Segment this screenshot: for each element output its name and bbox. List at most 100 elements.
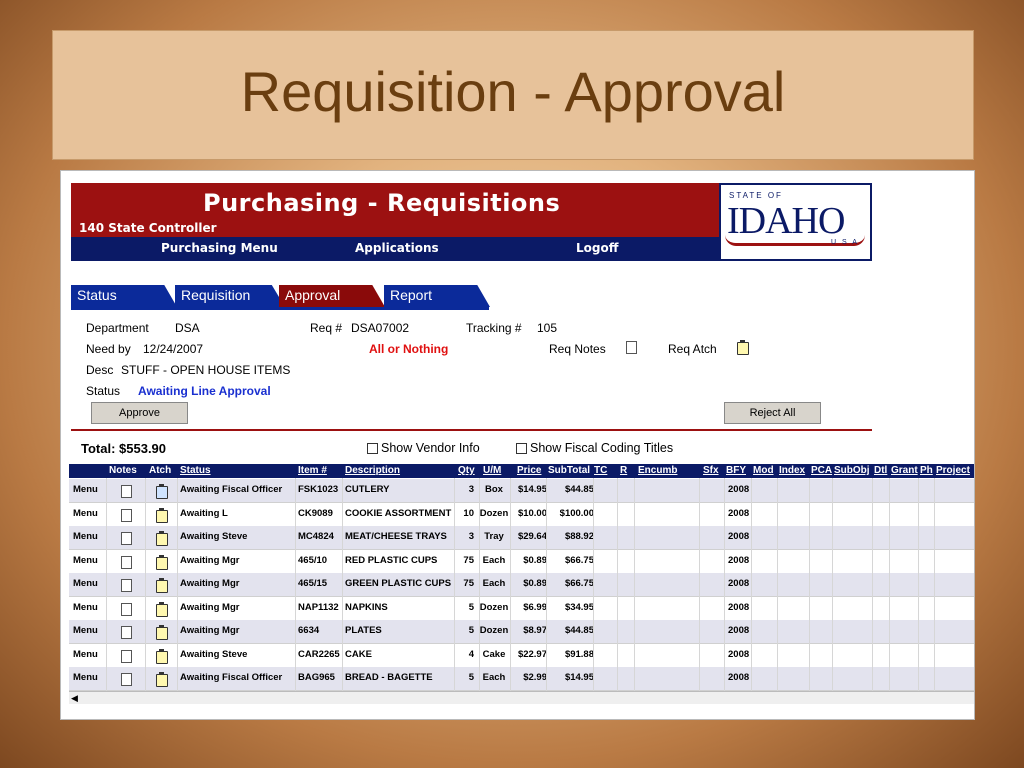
column-divider xyxy=(454,478,455,701)
row-menu-link[interactable]: Menu xyxy=(73,672,98,683)
col-description[interactable]: Description xyxy=(345,465,400,476)
row-menu-link[interactable]: Menu xyxy=(73,508,98,519)
approve-button[interactable]: Approve xyxy=(91,402,188,424)
nav-applications[interactable]: Applications xyxy=(355,241,439,255)
col-notes: Notes xyxy=(109,465,137,476)
col-sfx[interactable]: Sfx xyxy=(703,465,719,476)
idaho-logo: STATE OF IDAHO U S A xyxy=(719,183,872,261)
logo-usa: U S A xyxy=(831,239,859,246)
row-menu-link[interactable]: Menu xyxy=(73,555,98,566)
table-row[interactable]: Menu Awaiting Fiscal Officer FSK1023 CUTLER… xyxy=(69,479,974,503)
row-notes-icon[interactable] xyxy=(121,532,132,545)
row-attachment-icon[interactable] xyxy=(156,554,168,570)
row-notes-icon[interactable] xyxy=(121,579,132,592)
row-notes-icon[interactable] xyxy=(121,485,132,498)
col-grant[interactable]: Grant xyxy=(891,465,918,476)
row-menu-link[interactable]: Menu xyxy=(73,625,98,636)
col-um[interactable]: U/M xyxy=(483,465,501,476)
row-notes-icon[interactable] xyxy=(121,602,132,616)
row-price: $6.99 xyxy=(523,601,547,613)
row-attachment-icon[interactable] xyxy=(156,578,168,593)
row-status: Awaiting Fiscal Officer xyxy=(180,484,283,495)
row-attachment-icon[interactable] xyxy=(156,507,168,523)
col-subtotal: SubTotal xyxy=(548,465,591,476)
tab-bar: Status Requisition Approval Report xyxy=(71,285,491,309)
col-r[interactable]: R xyxy=(620,465,627,476)
horizontal-scrollbar[interactable]: ◀ xyxy=(69,691,974,704)
col-qty[interactable]: Qty xyxy=(458,465,475,476)
column-divider xyxy=(889,478,890,701)
table-row[interactable]: Menu Awaiting Steve CAR2265 CAKE 4 Cake $22.97… xyxy=(69,644,974,668)
row-attachment-icon[interactable] xyxy=(156,484,168,499)
table-row[interactable]: Menu Awaiting Mgr 465/15 GREEN PLASTIC CUPS… xyxy=(69,573,974,597)
table-row[interactable]: Menu Awaiting Mgr 6634 PLATES 5 Dozen $8.97 $44… xyxy=(69,620,974,644)
col-dtl[interactable]: Dtl xyxy=(874,465,887,476)
row-item-number: BAG965 xyxy=(298,672,335,683)
nav-logoff[interactable]: Logoff xyxy=(576,241,618,255)
reject-all-button[interactable]: Reject All xyxy=(724,402,821,424)
tab-status[interactable]: Status xyxy=(71,285,177,307)
row-notes-icon[interactable] xyxy=(121,649,132,663)
row-status: Awaiting Mgr xyxy=(180,554,240,566)
req-attachment-icon[interactable] xyxy=(737,340,749,355)
tab-requisition[interactable]: Requisition xyxy=(175,285,285,307)
table-row[interactable]: Menu Awaiting Fiscal Officer BAG965 BREAD -… xyxy=(69,667,974,691)
row-attachment-icon[interactable] xyxy=(156,648,168,664)
row-notes-icon[interactable] xyxy=(121,626,132,639)
row-subtotal: $34.95 xyxy=(564,601,594,613)
col-pca[interactable]: PCA xyxy=(811,465,832,476)
row-attachment-icon[interactable] xyxy=(156,672,168,687)
col-ph[interactable]: Ph xyxy=(920,465,933,476)
row-menu-link[interactable]: Menu xyxy=(73,602,98,613)
row-menu-link[interactable]: Menu xyxy=(73,484,98,495)
row-attachment-icon[interactable] xyxy=(156,625,168,640)
column-divider xyxy=(546,478,547,701)
row-notes-icon[interactable] xyxy=(121,555,132,569)
col-status[interactable]: Status xyxy=(180,465,211,476)
row-attachment-icon[interactable] xyxy=(156,531,168,546)
row-price: $29.64 xyxy=(517,531,547,542)
row-item-number: MC4824 xyxy=(298,531,334,542)
column-divider xyxy=(295,478,296,701)
row-status: Awaiting Fiscal Officer xyxy=(180,672,283,683)
scroll-left-arrow[interactable]: ◀ xyxy=(71,693,78,704)
column-divider xyxy=(593,478,594,701)
show-vendor-info-checkbox[interactable] xyxy=(367,443,378,454)
col-bfy[interactable]: BFY xyxy=(726,465,746,476)
row-status: Awaiting L xyxy=(180,507,228,519)
col-subobj[interactable]: SubObj xyxy=(834,465,870,476)
tab-report[interactable]: Report xyxy=(384,285,490,307)
row-price: $2.99 xyxy=(523,672,547,683)
row-menu-link[interactable]: Menu xyxy=(73,531,98,542)
grid-header: Notes Atch Status Item # Description Qty… xyxy=(69,464,974,478)
row-attachment-icon[interactable] xyxy=(156,601,168,617)
col-price[interactable]: Price xyxy=(517,465,541,476)
show-fiscal-coding-checkbox[interactable] xyxy=(516,443,527,454)
col-tc[interactable]: TC xyxy=(594,465,607,476)
row-um: Box xyxy=(485,484,503,495)
row-item-number: CAR2265 xyxy=(298,648,340,660)
col-mod[interactable]: Mod xyxy=(753,465,774,476)
row-subtotal: $91.88 xyxy=(564,648,594,660)
row-notes-icon[interactable] xyxy=(121,673,132,686)
row-bfy: 2008 xyxy=(728,625,750,636)
req-atch-label: Req Atch xyxy=(668,342,717,356)
row-qty: 3 xyxy=(468,484,474,495)
row-menu-link[interactable]: Menu xyxy=(73,649,98,660)
col-item[interactable]: Item # xyxy=(298,465,327,476)
table-row[interactable]: Menu Awaiting Mgr 465/10 RED PLASTIC CUPS 75… xyxy=(69,550,974,574)
table-row[interactable]: Menu Awaiting Steve MC4824 MEAT/CHEESE TRAY… xyxy=(69,526,974,550)
row-qty: 75 xyxy=(463,578,474,589)
row-qty: 5 xyxy=(468,625,474,636)
req-notes-icon[interactable] xyxy=(626,341,637,354)
nav-purchasing-menu[interactable]: Purchasing Menu xyxy=(161,241,278,255)
col-project[interactable]: Project xyxy=(936,465,970,476)
table-row[interactable]: Menu Awaiting Mgr NAP1132 NAPKINS 5 Dozen $6.9… xyxy=(69,597,974,621)
col-index[interactable]: Index xyxy=(779,465,805,476)
row-status: Awaiting Steve xyxy=(180,648,248,660)
row-notes-icon[interactable] xyxy=(121,508,132,522)
tab-approval[interactable]: Approval xyxy=(279,285,385,307)
row-menu-link[interactable]: Menu xyxy=(73,578,98,589)
table-row[interactable]: Menu Awaiting L CK9089 COOKIE ASSORTMENT 10 D… xyxy=(69,503,974,527)
col-encumb[interactable]: Encumb xyxy=(638,465,677,476)
